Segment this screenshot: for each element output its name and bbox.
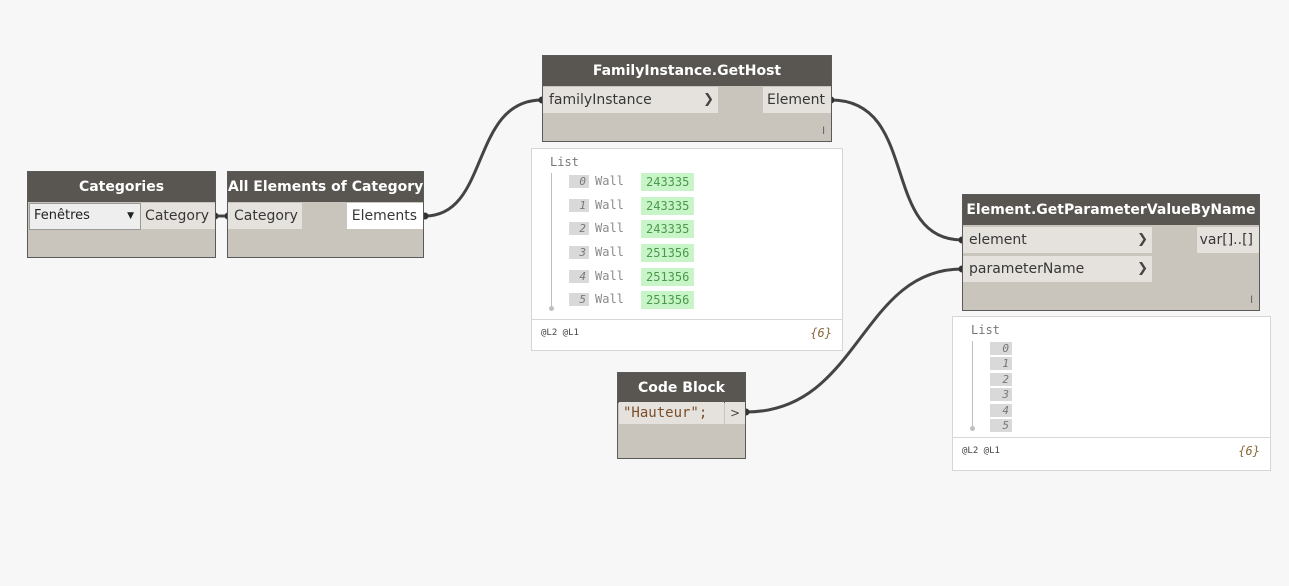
output-port-category[interactable]: Category	[141, 203, 215, 229]
chevron-right-icon: ❯	[703, 92, 714, 107]
dropdown-value: Fenêtres	[34, 208, 90, 223]
chevron-right-icon: ❯	[1137, 232, 1148, 247]
node-title: Categories	[28, 172, 215, 202]
familyinstance-gethost-node[interactable]: FamilyInstance.GetHost familyInstance ❯ …	[542, 55, 832, 142]
wire-elements-to-familyinstance	[424, 98, 543, 218]
list-index: 3	[569, 246, 589, 259]
list-item-type: Wall	[595, 221, 624, 235]
chevron-down-icon: ▼	[127, 211, 134, 221]
list-item-type: Wall	[595, 269, 624, 283]
output-port-var[interactable]: var[]..[]	[1197, 227, 1259, 253]
output-port-code[interactable]: >	[725, 402, 745, 424]
port-label: familyInstance	[549, 92, 652, 108]
list-tree-line	[551, 173, 552, 307]
list-item-type: Wall	[595, 174, 624, 188]
output-port-element[interactable]: Element	[763, 87, 831, 113]
category-dropdown[interactable]: Fenêtres ▼	[29, 203, 141, 230]
port-label: parameterName	[969, 261, 1085, 277]
list-levels[interactable]: @L2 @L1	[962, 446, 1000, 456]
list-item-value: 251356	[641, 244, 695, 262]
list-item: 5 Wall 251356	[569, 291, 769, 309]
list-item: 5	[990, 417, 1020, 435]
list-count: {6}	[810, 326, 832, 340]
node-title: Element.GetParameterValueByName	[963, 195, 1259, 225]
list-item: 4 Wall 251356	[569, 268, 769, 286]
preview-footer: @L2 @L1 {6}	[532, 319, 842, 350]
list-index: 2	[990, 373, 1012, 386]
list-item: 1 Wall 243335	[569, 197, 769, 215]
input-port-category[interactable]: Category	[228, 203, 302, 229]
list-item: 3 Wall 251356	[569, 244, 769, 262]
list-item: 2 Wall 243335	[569, 220, 769, 238]
lacing-indicator[interactable]: l	[1250, 295, 1253, 306]
list-index: 5	[990, 419, 1012, 432]
list-index: 1	[569, 199, 589, 212]
list-count: {6}	[1238, 444, 1260, 458]
list-tree-end-dot	[970, 426, 975, 431]
list-item-value: 251356	[641, 268, 695, 286]
list-title: List	[971, 323, 1000, 337]
node-title: FamilyInstance.GetHost	[543, 56, 831, 86]
list-index: 5	[569, 293, 589, 306]
list-index: 4	[569, 270, 589, 283]
preview-footer: @L2 @L1 {6}	[953, 437, 1270, 470]
list-index: 4	[990, 404, 1012, 417]
list-item-type: Wall	[595, 245, 624, 259]
input-port-familyinstance[interactable]: familyInstance ❯	[543, 87, 718, 113]
list-item-type: Wall	[595, 292, 624, 306]
list-tree-line	[972, 341, 973, 427]
list-item-value: 251356	[641, 291, 695, 309]
input-port-element[interactable]: element ❯	[963, 227, 1152, 253]
list-item-value: 243335	[641, 220, 695, 238]
list-index: 0	[990, 342, 1012, 355]
node-title: All Elements of Category	[228, 172, 423, 202]
gethost-preview-bubble: List 0 Wall 243335 1 Wall 243335 2 Wall …	[531, 148, 843, 351]
list-index: 3	[990, 388, 1012, 401]
code-editor[interactable]: "Hauteur";	[619, 402, 724, 424]
list-item-type: Wall	[595, 198, 624, 212]
output-port-elements[interactable]: Elements	[347, 203, 423, 229]
input-port-parametername[interactable]: parameterName ❯	[963, 256, 1152, 282]
port-label: element	[969, 232, 1027, 248]
node-title: Code Block	[618, 373, 745, 403]
list-index: 0	[569, 175, 589, 188]
list-tree-end-dot	[549, 306, 554, 311]
categories-node[interactable]: Categories Fenêtres ▼ Category	[27, 171, 216, 258]
list-item: 0 Wall 243335	[569, 173, 769, 191]
list-levels[interactable]: @L2 @L1	[541, 328, 579, 338]
getparameter-preview-bubble: List 0 1 2 3 4 5 @L2 @L1 {6}	[952, 316, 1271, 471]
list-item-value: 243335	[641, 197, 695, 215]
all-elements-of-category-node[interactable]: All Elements of Category Category Elemen…	[227, 171, 424, 258]
chevron-right-icon: ❯	[1137, 261, 1148, 276]
code-block-node[interactable]: Code Block "Hauteur"; >	[617, 372, 746, 459]
list-title: List	[550, 155, 579, 169]
lacing-indicator[interactable]: l	[822, 126, 825, 137]
list-index: 2	[569, 222, 589, 235]
list-item-value: 243335	[641, 173, 695, 191]
list-index: 1	[990, 357, 1012, 370]
wire-element-to-get-param	[830, 98, 963, 242]
element-getparametervaluebyname-node[interactable]: Element.GetParameterValueByName element …	[962, 194, 1260, 311]
